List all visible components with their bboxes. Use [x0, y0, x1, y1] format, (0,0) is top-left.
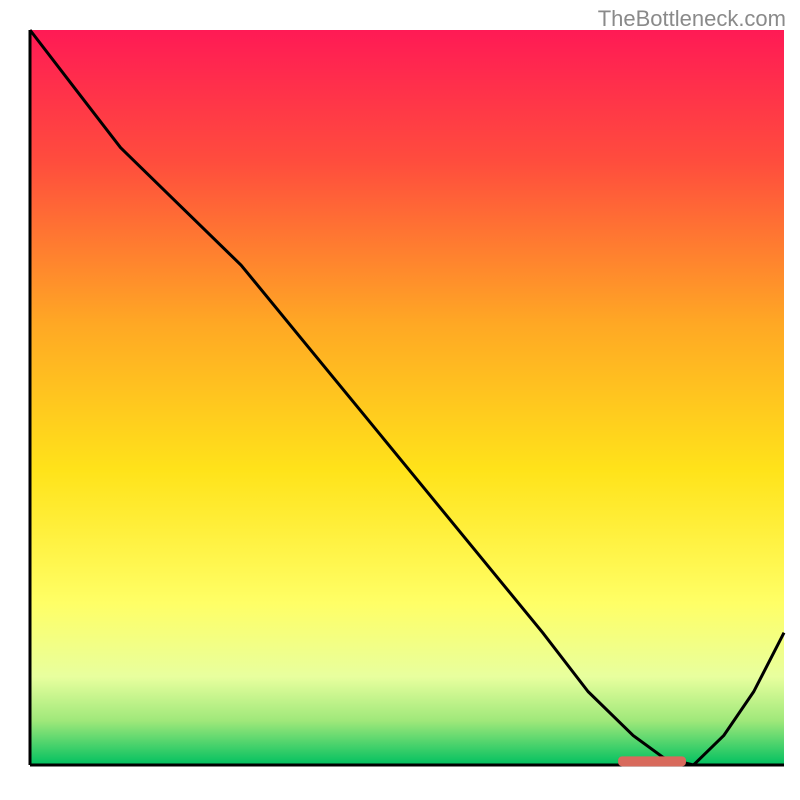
- chart-root: TheBottleneck.com: [0, 0, 800, 800]
- watermark-text: TheBottleneck.com: [598, 6, 786, 32]
- bottleneck-chart: [0, 0, 800, 800]
- optimal-range-marker: [618, 756, 686, 766]
- chart-background: [30, 30, 784, 765]
